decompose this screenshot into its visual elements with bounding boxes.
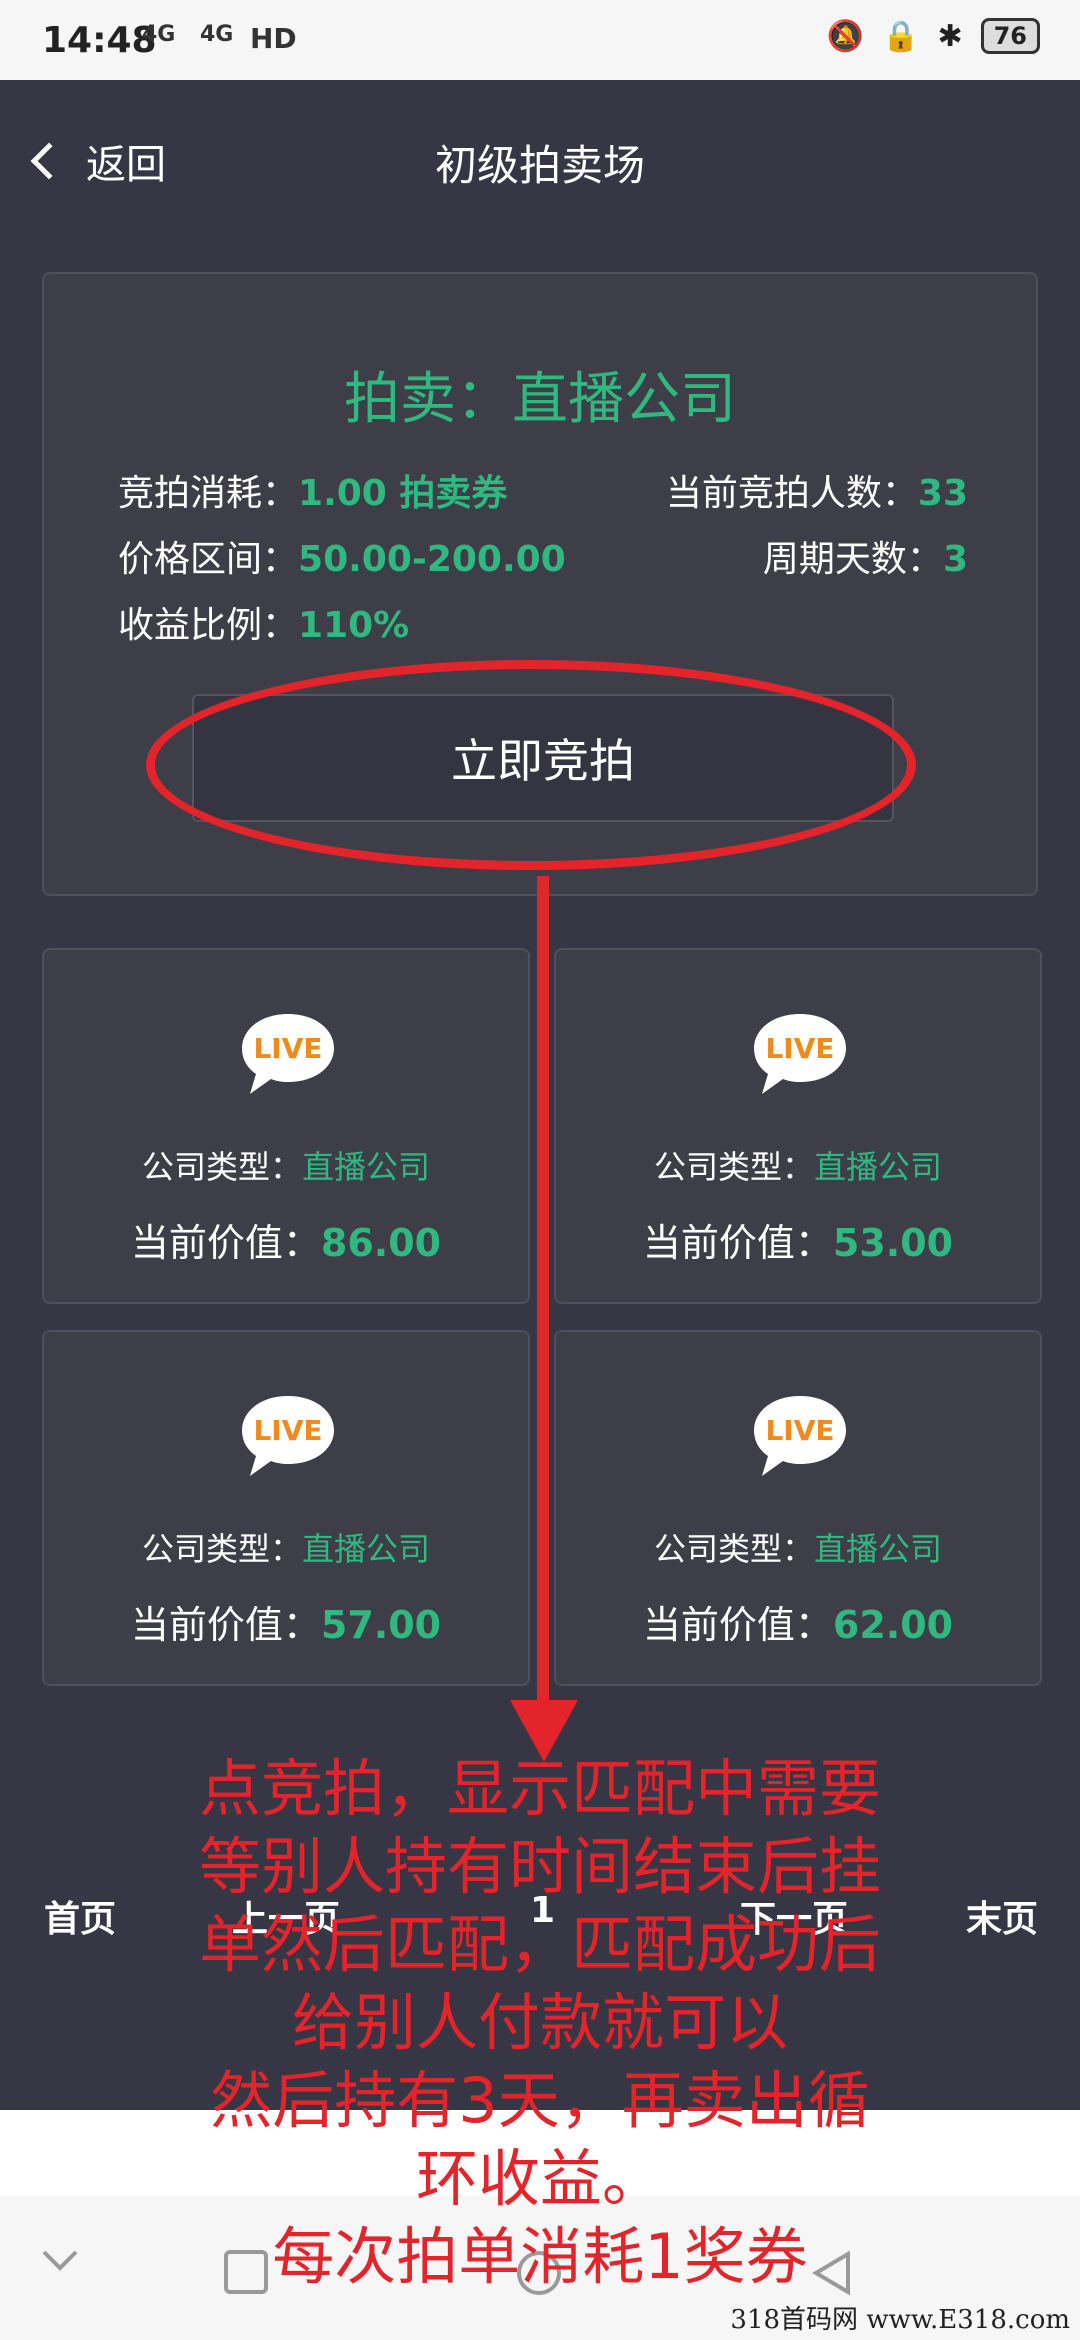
current-value: 当前价值：62.00 xyxy=(642,1603,954,1647)
annotation-text: 点竞拍，显示匹配中需要 等别人持有时间结束后挂 单然后匹配，匹配成功后 给别人付… xyxy=(198,1752,881,2293)
annotation-arrow-line xyxy=(537,876,549,1706)
svg-text:LIVE: LIVE xyxy=(253,1032,322,1065)
company-card[interactable]: LIVE 公司类型：直播公司 当前价值：86.00 xyxy=(42,948,530,1304)
company-card[interactable]: LIVE 公司类型：直播公司 当前价值：62.00 xyxy=(554,1330,1042,1686)
svg-text:LIVE: LIVE xyxy=(253,1414,322,1447)
watermark: 318首码网 www.E318.com xyxy=(730,2305,1070,2335)
company-type: 公司类型：直播公司 xyxy=(141,1530,431,1568)
bluetooth-icon: ✱ xyxy=(937,18,963,54)
current-value: 当前价值：53.00 xyxy=(642,1221,954,1265)
svg-text:LIVE: LIVE xyxy=(765,1032,834,1065)
bidder-count: 当前竞拍人数：33 xyxy=(665,473,968,514)
signal-icon-2: 4G xyxy=(200,22,234,47)
first-page-button[interactable]: 首页 xyxy=(44,1890,116,1942)
company-type: 公司类型：直播公司 xyxy=(141,1148,431,1186)
annotation-ellipse xyxy=(146,660,916,870)
chevron-down-icon[interactable] xyxy=(40,2246,80,2276)
auction-title: 拍卖：直播公司 xyxy=(344,367,736,432)
hd-icon: HD xyxy=(250,22,297,55)
live-icon: LIVE xyxy=(754,1014,846,1094)
status-bar: 14:48 4G 4G HD 🔕 🔒 ✱ 76 xyxy=(0,0,1080,80)
bid-cost: 竞拍消耗：1.00 拍卖券 xyxy=(118,473,508,514)
status-time: 14:48 xyxy=(42,20,157,61)
page-title: 初级拍卖场 xyxy=(434,141,645,190)
company-card[interactable]: LIVE 公司类型：直播公司 当前价值：57.00 xyxy=(42,1330,530,1686)
current-value: 当前价值：86.00 xyxy=(130,1221,442,1265)
company-card[interactable]: LIVE 公司类型：直播公司 当前价值：53.00 xyxy=(554,948,1042,1304)
profit-ratio: 收益比例：110% xyxy=(118,605,410,646)
battery-icon: 76 xyxy=(980,18,1040,54)
price-range: 价格区间：50.00-200.00 xyxy=(118,539,566,580)
current-value: 当前价值：57.00 xyxy=(130,1603,442,1647)
live-icon: LIVE xyxy=(754,1396,846,1476)
company-type: 公司类型：直播公司 xyxy=(653,1530,943,1568)
period-days: 周期天数：3 xyxy=(762,539,968,580)
live-icon: LIVE xyxy=(242,1014,334,1094)
signal-icon: 4G xyxy=(142,22,176,47)
company-type: 公司类型：直播公司 xyxy=(653,1148,943,1186)
svg-text:LIVE: LIVE xyxy=(765,1414,834,1447)
lock-icon: 🔒 xyxy=(882,18,920,54)
last-page-button[interactable]: 末页 xyxy=(966,1890,1038,1942)
live-icon: LIVE xyxy=(242,1396,334,1476)
mute-icon: 🔕 xyxy=(826,18,865,54)
